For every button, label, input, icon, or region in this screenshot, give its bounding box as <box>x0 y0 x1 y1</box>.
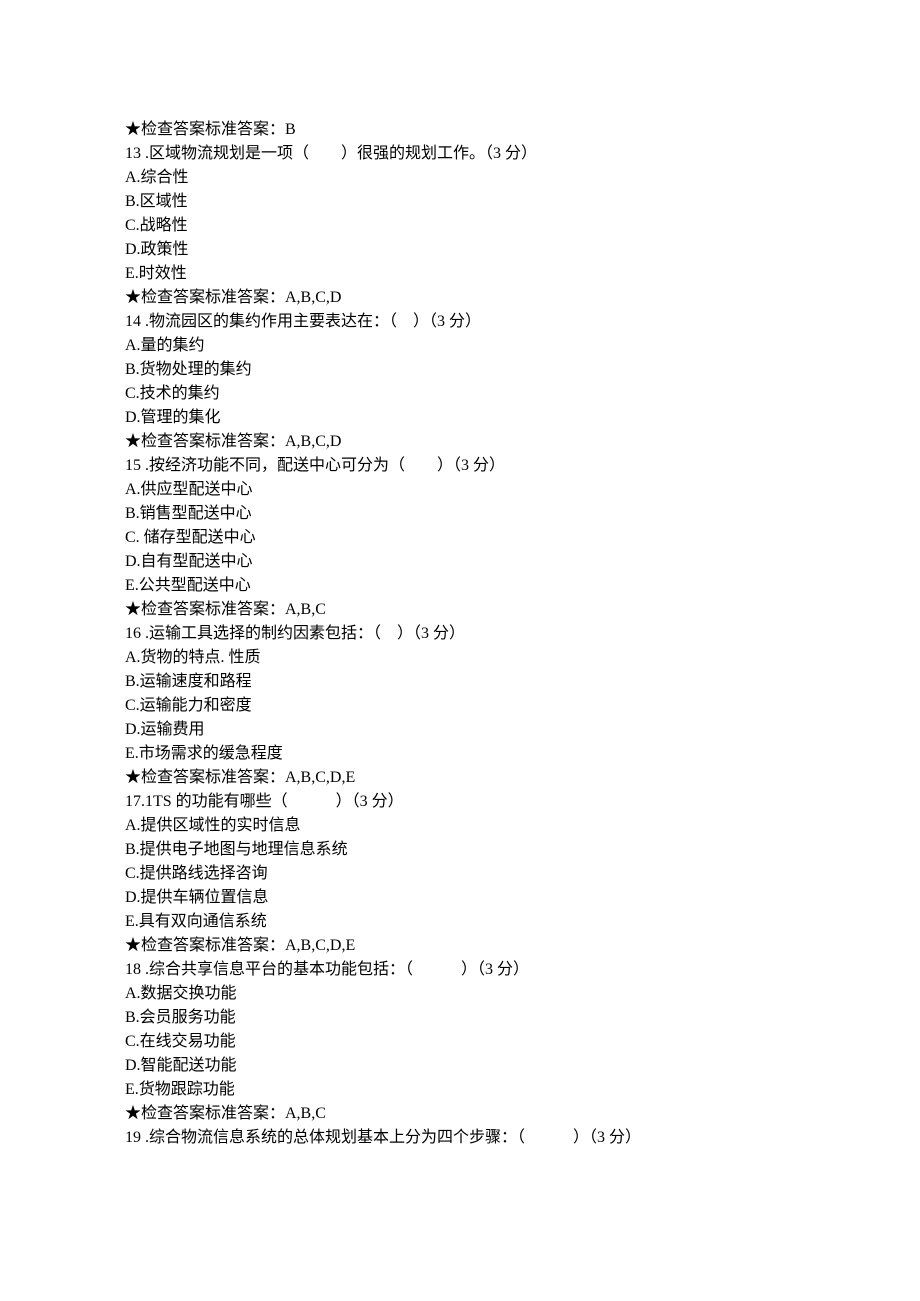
text-line: 19 .综合物流信息系统的总体规划基本上分为四个步骤：（ ）（3 分） <box>125 1126 795 1150</box>
text-line: A.供应型配送中心 <box>125 478 795 502</box>
text-line: E.具有双向通信系统 <box>125 910 795 934</box>
text-line: ★检查答案标准答案：A,B,C,D,E <box>125 766 795 790</box>
text-line: C.提供路线选择咨询 <box>125 862 795 886</box>
text-line: 14 .物流园区的集约作用主要表达在：（ ）（3 分） <box>125 310 795 334</box>
text-line: A.综合性 <box>125 166 795 190</box>
text-line: D.政策性 <box>125 238 795 262</box>
text-line: 13 .区域物流规划是一项（ ）很强的规划工作。（3 分） <box>125 142 795 166</box>
text-line: A.量的集约 <box>125 334 795 358</box>
text-line: A.提供区域性的实时信息 <box>125 814 795 838</box>
text-line: ★检查答案标准答案：B <box>125 118 795 142</box>
text-line: 18 .综合共享信息平台的基本功能包括：（ ）（3 分） <box>125 958 795 982</box>
text-line: 16 .运输工具选择的制约因素包括：（ ）（3 分） <box>125 622 795 646</box>
text-line: C.战略性 <box>125 214 795 238</box>
text-line: A.货物的特点. 性质 <box>125 646 795 670</box>
text-line: D.管理的集化 <box>125 406 795 430</box>
text-line: C.运输能力和密度 <box>125 694 795 718</box>
text-line: A.数据交换功能 <box>125 982 795 1006</box>
text-line: E.公共型配送中心 <box>125 574 795 598</box>
text-line: B.提供电子地图与地理信息系统 <box>125 838 795 862</box>
text-line: D.智能配送功能 <box>125 1054 795 1078</box>
text-line: D.运输费用 <box>125 718 795 742</box>
text-line: ★检查答案标准答案：A,B,C <box>125 598 795 622</box>
text-line: B.区域性 <box>125 190 795 214</box>
text-line: E.货物跟踪功能 <box>125 1078 795 1102</box>
text-line: C.在线交易功能 <box>125 1030 795 1054</box>
text-line: C. 储存型配送中心 <box>125 526 795 550</box>
text-line: B.会员服务功能 <box>125 1006 795 1030</box>
text-line: ★检查答案标准答案：A,B,C,D <box>125 286 795 310</box>
text-line: D.提供车辆位置信息 <box>125 886 795 910</box>
text-line: C.技术的集约 <box>125 382 795 406</box>
text-line: B.销售型配送中心 <box>125 502 795 526</box>
text-line: D.自有型配送中心 <box>125 550 795 574</box>
text-line: B.运输速度和路程 <box>125 670 795 694</box>
text-line: 15 .按经济功能不同，配送中心可分为（ ）（3 分） <box>125 454 795 478</box>
text-line: ★检查答案标准答案：A,B,C,D,E <box>125 934 795 958</box>
text-line: B.货物处理的集约 <box>125 358 795 382</box>
text-line: E.市场需求的缓急程度 <box>125 742 795 766</box>
text-line: ★检查答案标准答案：A,B,C <box>125 1102 795 1126</box>
text-line: E.时效性 <box>125 262 795 286</box>
text-line: 17.1TS 的功能有哪些（ ）（3 分） <box>125 790 795 814</box>
document-page: ★检查答案标准答案：B 13 .区域物流规划是一项（ ）很强的规划工作。（3 分… <box>0 0 920 1301</box>
text-line: ★检查答案标准答案：A,B,C,D <box>125 430 795 454</box>
